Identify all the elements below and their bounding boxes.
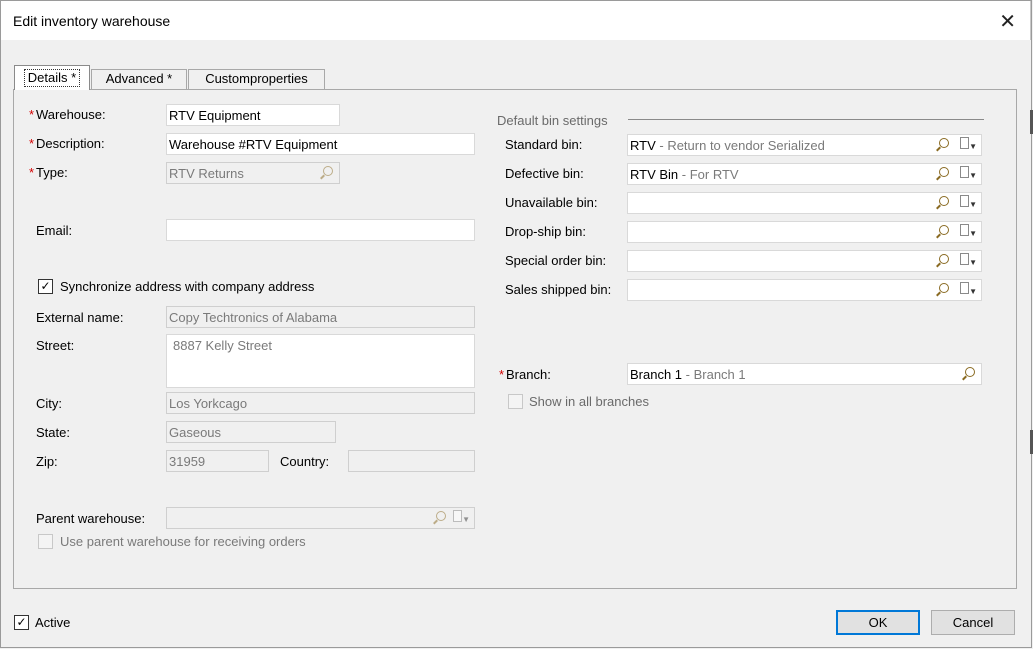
parent-warehouse-label: Parent warehouse: [36, 511, 146, 526]
country-label: Country: [280, 454, 330, 469]
email-input[interactable] [166, 219, 475, 241]
dropdown-arrow-icon: ▼ [969, 258, 977, 267]
warehouse-input[interactable]: RTV Equipment [166, 104, 340, 126]
branch-input[interactable]: Branch 1 - Branch 1 [627, 363, 982, 385]
bin-input[interactable]: RTV Bin - For RTV ▼ [627, 163, 982, 185]
dropdown-arrow-icon: ▼ [969, 229, 977, 238]
window-title: Edit inventory warehouse [13, 13, 171, 29]
street-field: 8887 Kelly Street [166, 334, 475, 388]
search-icon[interactable] [939, 195, 949, 209]
email-label: Email: [36, 223, 73, 238]
dropdown-arrow-icon: ▼ [969, 171, 977, 180]
city-label: City: [36, 396, 62, 411]
close-icon[interactable]: ✕ [999, 9, 1016, 34]
use-parent-checkbox [38, 534, 53, 549]
show-all-branches-label: Show in all branches [529, 394, 649, 409]
bin-label: Unavailable bin: [505, 195, 598, 210]
checkmark-icon: ✓ [40, 279, 51, 293]
bin-desc: - Return to vendor Serialized [655, 138, 825, 153]
tab-details[interactable]: Details * [14, 65, 90, 90]
type-value: RTV Returns [169, 166, 244, 181]
title-bar: Edit inventory warehouse ✕ [0, 0, 1031, 40]
document-icon[interactable]: ▼ [960, 137, 977, 152]
document-icon[interactable]: ▼ [960, 282, 977, 297]
search-icon[interactable] [939, 282, 949, 296]
bin-code: RTV [630, 138, 656, 153]
branch-label: Branch: [506, 367, 551, 382]
dropdown-arrow-icon: ▼ [462, 515, 470, 524]
search-icon[interactable] [939, 253, 949, 267]
tab-advanced-label: Advanced * [105, 71, 173, 86]
show-all-branches-checkbox [508, 394, 523, 409]
checkmark-icon: ✓ [16, 615, 27, 629]
search-icon [323, 165, 333, 179]
active-checkbox[interactable]: ✓ [14, 615, 29, 630]
search-icon[interactable] [939, 224, 949, 238]
dropdown-arrow-icon: ▼ [969, 200, 977, 209]
sync-address-checkbox[interactable]: ✓ [38, 279, 53, 294]
type-label: Type: [36, 165, 68, 180]
search-icon[interactable] [939, 166, 949, 180]
document-icon[interactable]: ▼ [960, 224, 977, 239]
description-input[interactable]: Warehouse #RTV Equipment [166, 133, 475, 155]
bin-input[interactable]: ▼ [627, 279, 982, 301]
bin-input[interactable]: RTV - Return to vendor Serialized ▼ [627, 134, 982, 156]
bin-input[interactable]: ▼ [627, 221, 982, 243]
bin-label: Drop-ship bin: [505, 224, 586, 239]
country-field [348, 450, 475, 472]
bin-input[interactable]: ▼ [627, 192, 982, 214]
tab-customproperties-label: Customproperties [205, 71, 308, 86]
tab-customproperties[interactable]: Customproperties [188, 69, 325, 89]
default-bin-settings-label: Default bin settings [497, 113, 608, 128]
cancel-button[interactable]: Cancel [931, 610, 1015, 635]
bin-label: Special order bin: [505, 253, 607, 268]
bin-desc: - For RTV [678, 167, 739, 182]
document-icon[interactable]: ▼ [960, 253, 977, 268]
required-marker: * [29, 136, 35, 151]
search-icon[interactable] [939, 137, 949, 151]
dropdown-arrow-icon: ▼ [969, 142, 977, 151]
use-parent-label: Use parent warehouse for receiving order… [60, 534, 306, 549]
bin-label: Defective bin: [505, 166, 584, 181]
ok-button[interactable]: OK [836, 610, 920, 635]
active-label: Active [35, 615, 71, 630]
search-icon [436, 510, 446, 524]
required-marker: * [29, 165, 35, 180]
dropdown-arrow-icon: ▼ [969, 287, 977, 296]
zip-label: Zip: [36, 454, 58, 469]
bin-input[interactable]: ▼ [627, 250, 982, 272]
branch-code: Branch 1 [630, 367, 683, 382]
bin-label: Standard bin: [505, 137, 583, 152]
warehouse-label: Warehouse: [36, 107, 106, 122]
sync-address-label: Synchronize address with company address [60, 279, 315, 294]
external-name-field: Copy Techtronics of Alabama [166, 306, 475, 328]
external-name-label: External name: [36, 310, 124, 325]
bin-code: RTV Bin [630, 167, 679, 182]
street-label: Street: [36, 338, 75, 353]
required-marker: * [499, 367, 505, 382]
type-field: RTV Returns [166, 162, 340, 184]
search-icon[interactable] [965, 366, 975, 380]
branch-desc: - Branch 1 [682, 367, 746, 382]
document-icon[interactable]: ▼ [960, 195, 977, 210]
description-label: Description: [36, 136, 105, 151]
section-divider [628, 119, 984, 120]
zip-field: 31959 [166, 450, 269, 472]
state-label: State: [36, 425, 70, 440]
tab-details-label: Details * [23, 69, 81, 87]
tab-advanced[interactable]: Advanced * [91, 69, 187, 89]
document-icon: ▼ [453, 510, 470, 525]
document-icon[interactable]: ▼ [960, 166, 977, 181]
parent-warehouse-field: ▼ [166, 507, 475, 529]
state-field: Gaseous [166, 421, 336, 443]
required-marker: * [29, 107, 35, 122]
city-field: Los Yorkcago [166, 392, 475, 414]
bin-label: Sales shipped bin: [505, 282, 612, 297]
